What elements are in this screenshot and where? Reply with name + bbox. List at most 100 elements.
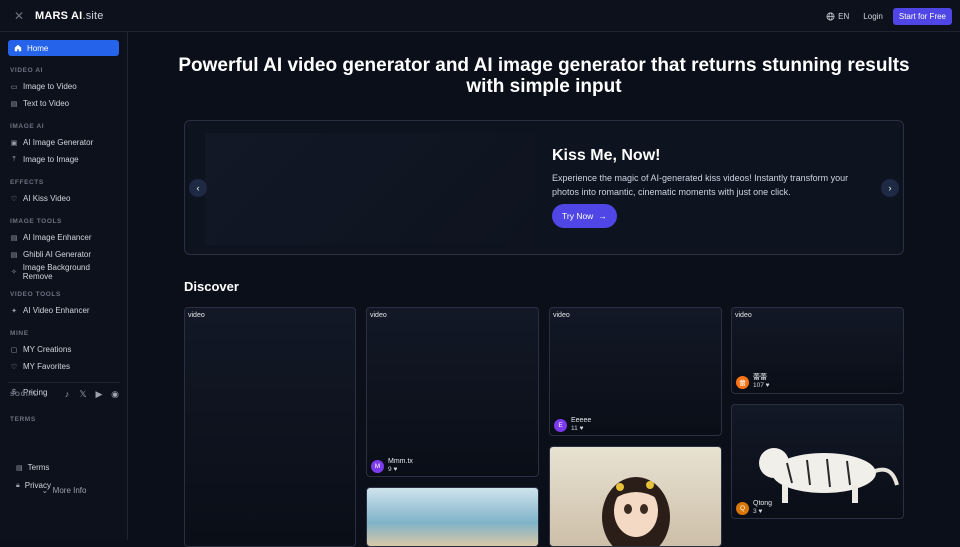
like-count: 107 xyxy=(753,382,764,389)
card-author[interactable]: E Eeeee 11 ♥ xyxy=(554,417,591,433)
avatar: M xyxy=(371,459,384,473)
discover-card-anime-girl-image[interactable] xyxy=(549,446,722,547)
sidebar-section-title: EFFECTS xyxy=(10,179,44,186)
arrow-right-icon: → xyxy=(598,211,607,221)
author-name: Mmm.tx xyxy=(388,458,413,465)
discover-card-beach-image[interactable] xyxy=(366,487,539,547)
home-icon xyxy=(14,44,22,52)
globe-icon xyxy=(826,12,835,20)
sidebar-item-my-favorites[interactable]: ♡ MY Favorites xyxy=(8,358,119,375)
sidebar-item-image-to-image[interactable]: ⤒ Image to Image xyxy=(8,151,119,168)
language-label: EN xyxy=(838,11,850,21)
hero-carousel: Kiss Me, Now! Experience the magic of AI… xyxy=(184,120,904,255)
sidebar-item-image-background-remove[interactable]: ✧ Image Background Remove xyxy=(8,262,119,281)
enhance-icon: ▤ xyxy=(10,234,18,242)
card-author[interactable]: M Mmm.tx 9 ♥ xyxy=(371,458,413,474)
author-name: 蕾蕾 xyxy=(753,374,767,381)
magic-icon: ✧ xyxy=(10,268,17,276)
terms-link[interactable]: ▤ Terms xyxy=(16,463,49,472)
discover-card[interactable]: video E Eeeee 11 ♥ xyxy=(549,307,722,436)
document-icon: ▤ xyxy=(16,464,23,472)
sidebar-section-title: VIDEO TOOLS xyxy=(10,291,61,298)
media-type-tag: video xyxy=(735,312,752,319)
sidebar-item-label: Ghibli AI Generator xyxy=(23,250,92,259)
sidebar-item-text-to-video[interactable]: ▤ Text to Video xyxy=(8,95,119,112)
carousel-prev-button[interactable]: ‹ xyxy=(189,179,207,197)
discord-icon[interactable]: ◉ xyxy=(110,389,120,399)
sidebar-item-ai-image-generator[interactable]: ▣ AI Image Generator xyxy=(8,134,119,151)
folder-icon: ▢ xyxy=(10,346,18,354)
sidebar-item-ai-video-enhancer[interactable]: ✦ AI Video Enhancer xyxy=(8,302,119,319)
sidebar-item-my-creations[interactable]: ▢ MY Creations xyxy=(8,341,119,358)
discover-card[interactable]: video xyxy=(184,307,356,547)
sidebar-item-label: Image Background Remove xyxy=(22,262,90,281)
heart-icon: ♡ xyxy=(10,195,18,203)
social-links: SOCIAL ♪ 𝕏 ▶ ◉ xyxy=(8,382,120,399)
main-content: Powerful AI video generator and AI image… xyxy=(128,32,960,547)
sidebar-item-label: Image to Video xyxy=(23,82,77,91)
hero-media xyxy=(205,133,535,245)
like-count: 9 xyxy=(388,466,392,473)
sidebar-item-home[interactable]: Home xyxy=(8,40,119,56)
sidebar-item-image-to-video[interactable]: ▭ Image to Video xyxy=(8,78,119,95)
page-title: Powerful AI video generator and AI image… xyxy=(178,55,910,97)
chevron-left-icon: ‹ xyxy=(196,183,200,193)
sidebar-item-ai-kiss-video[interactable]: ♡ AI Kiss Video xyxy=(8,190,119,207)
avatar: 蕾 xyxy=(736,375,749,389)
sidebar-item-label: AI Image Enhancer xyxy=(23,233,92,242)
media-type-tag: video xyxy=(370,312,387,319)
media-type-tag: video xyxy=(553,312,570,319)
sidebar-section-title: IMAGE TOOLS xyxy=(10,218,62,225)
x-icon[interactable]: 𝕏 xyxy=(78,389,88,399)
like-count: 11 xyxy=(571,425,578,432)
author-name: Qtong xyxy=(753,500,773,507)
discover-card[interactable]: video 蕾 蕾蕾 107 ♥ xyxy=(731,307,904,394)
like-count: 3 xyxy=(753,508,757,515)
heart-icon: ♥ xyxy=(758,508,763,515)
sparkle-icon: ✦ xyxy=(11,307,17,315)
youtube-icon[interactable]: ▶ xyxy=(94,389,104,399)
chevron-right-icon: › xyxy=(888,183,892,193)
language-selector[interactable]: EN xyxy=(826,12,849,21)
sidebar-section-title: VIDEO AI xyxy=(10,67,44,74)
card-author[interactable]: Q Qtong 3 ♥ xyxy=(736,500,772,516)
heart-icon: ♥ xyxy=(765,382,770,389)
sidebar-item-label: MY Favorites xyxy=(23,362,70,371)
avatar: E xyxy=(554,418,567,432)
discover-card-tiger-image[interactable]: Q Qtong 3 ♥ xyxy=(731,404,904,519)
sidebar-item-label: MY Creations xyxy=(23,345,72,354)
tiktok-icon[interactable]: ♪ xyxy=(62,389,72,399)
login-link[interactable]: Login xyxy=(863,12,883,21)
card-author[interactable]: 蕾 蕾蕾 107 ♥ xyxy=(736,374,770,390)
document-icon: ▤ xyxy=(10,100,18,108)
heart-icon: ♥ xyxy=(393,466,398,473)
hero-description: Experience the magic of AI-generated kis… xyxy=(552,173,849,197)
brand-logo[interactable]: MARS AI.site xyxy=(35,10,104,22)
close-icon[interactable]: ✕ xyxy=(12,9,26,23)
heart-icon: ♥ xyxy=(579,425,584,432)
sidebar-item-label: Image to Image xyxy=(23,155,79,164)
heart-icon: ♡ xyxy=(10,363,18,371)
chevron-down-icon: ⌄ xyxy=(41,486,49,495)
sidebar-item-ghibli-ai-generator[interactable]: ▤ Ghibli AI Generator xyxy=(8,246,119,263)
sidebar-section-title: MINE xyxy=(10,330,29,337)
try-now-button[interactable]: Try Now → xyxy=(552,204,617,228)
top-bar: ✕ MARS AI.site EN Login Start for Free xyxy=(0,0,960,32)
more-info-label: More Info xyxy=(52,486,87,495)
author-name: Eeeee xyxy=(571,417,592,424)
start-free-button[interactable]: Start for Free xyxy=(892,7,952,25)
sidebar-item-label: Home xyxy=(27,43,49,53)
video-icon: ▭ xyxy=(10,83,18,91)
media-type-tag: video xyxy=(188,312,205,319)
sidebar-item-label: AI Kiss Video xyxy=(23,194,71,203)
image-icon: ▣ xyxy=(10,139,18,147)
sidebar-item-label: Text to Video xyxy=(23,99,70,108)
social-title: SOCIAL xyxy=(10,390,39,398)
more-info-button[interactable]: ⌄ More Info xyxy=(0,486,128,495)
sidebar-item-ai-image-enhancer[interactable]: ▤ AI Image Enhancer xyxy=(8,229,119,246)
discover-heading: Discover xyxy=(184,279,239,294)
sidebar-section-title: IMAGE AI xyxy=(10,123,45,130)
terms-label: Terms xyxy=(27,463,50,472)
carousel-next-button[interactable]: › xyxy=(881,179,899,197)
discover-card[interactable]: video M Mmm.tx 9 ♥ xyxy=(366,307,539,477)
